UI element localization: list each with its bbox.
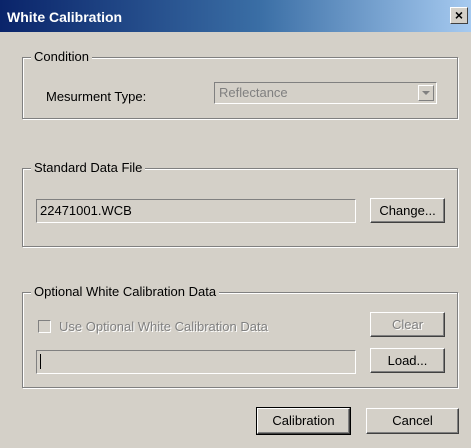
white-calibration-dialog: White Calibration × Condition Mesurment … [0,0,471,448]
measurement-type-label: Mesurment Type: [46,89,147,104]
window-title: White Calibration [7,9,123,25]
text-caret [40,354,41,369]
optional-data-file-field[interactable] [36,350,356,374]
calibration-button[interactable]: Calibration [256,407,351,435]
measurement-type-select[interactable]: Reflectance [214,82,437,104]
standard-data-file-group-label: Standard Data File [31,160,146,175]
use-optional-data-label: Use Optional White Calibration Data [59,319,268,334]
optional-data-group-label: Optional White Calibration Data [31,284,220,299]
close-icon[interactable]: × [450,7,468,24]
measurement-type-value: Reflectance [219,85,288,100]
clear-button[interactable]: Clear [370,312,445,337]
load-button[interactable]: Load... [370,348,445,373]
chevron-down-icon[interactable] [418,85,434,101]
title-bar[interactable]: White Calibration × [0,0,471,32]
cancel-button[interactable]: Cancel [366,408,459,434]
change-button[interactable]: Change... [370,198,445,223]
standard-data-file-field[interactable]: 22471001.WCB [36,199,356,223]
use-optional-data-checkbox[interactable] [38,320,51,333]
condition-group-label: Condition [31,49,92,64]
